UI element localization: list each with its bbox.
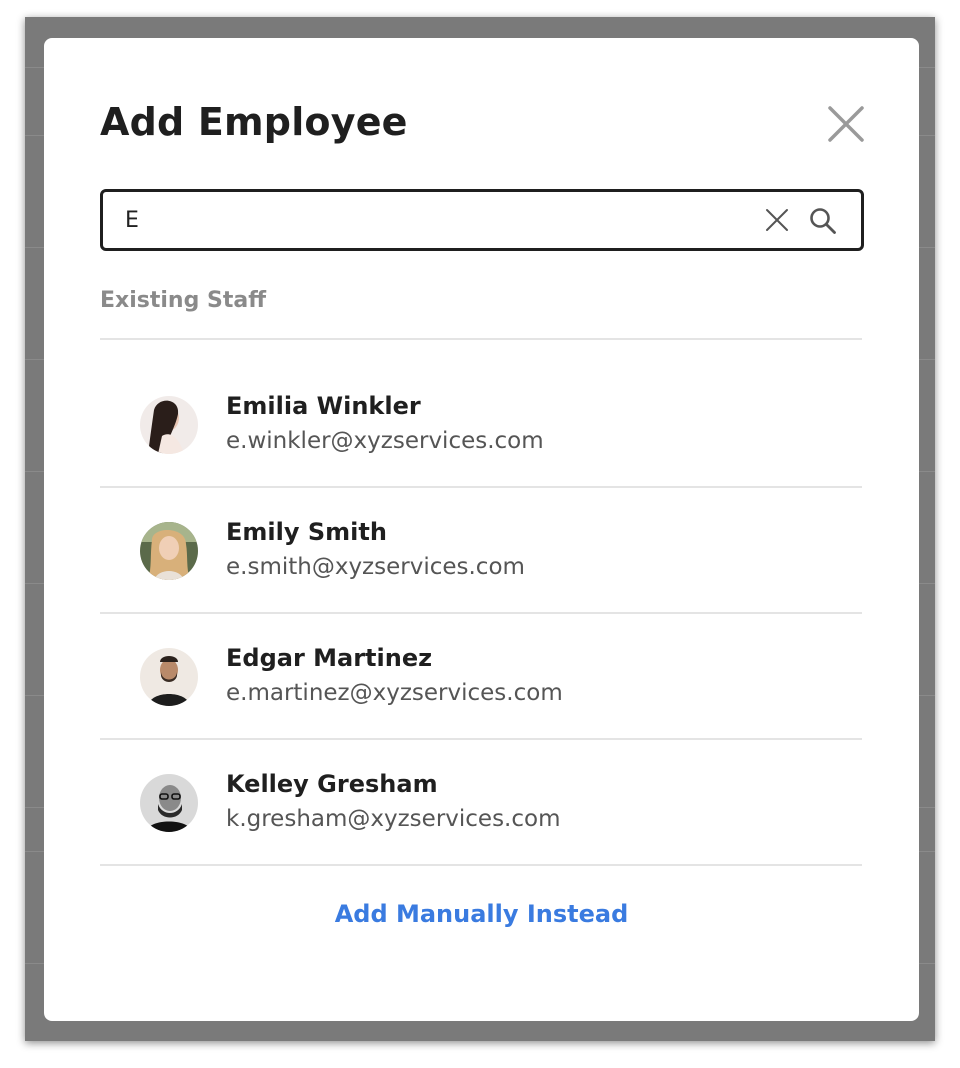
avatar: [140, 774, 198, 832]
staff-name: Kelley Gresham: [226, 770, 438, 798]
staff-email: e.martinez@xyzservices.com: [226, 680, 563, 706]
add-employee-modal: Add Employee Existing Staf: [44, 38, 919, 1021]
close-icon: [828, 106, 864, 142]
staff-name: Edgar Martinez: [226, 644, 433, 672]
avatar: [140, 648, 198, 706]
staff-list-item[interactable]: Kelley Gresham k.gresham@xyzservices.com: [100, 740, 862, 864]
section-label-existing-staff: Existing Staff: [100, 288, 267, 313]
search-field: [100, 189, 864, 251]
app-background-overlay: Add Employee Existing Staf: [25, 17, 935, 1041]
staff-list-item[interactable]: Emilia Winkler e.winkler@xyzservices.com: [100, 362, 862, 486]
staff-name: Emily Smith: [226, 518, 387, 546]
add-manually-link[interactable]: Add Manually Instead: [44, 900, 919, 928]
clear-search-button[interactable]: [765, 208, 789, 232]
modal-title: Add Employee: [100, 100, 408, 144]
staff-name: Emilia Winkler: [226, 392, 421, 420]
staff-email: k.gresham@xyzservices.com: [226, 806, 561, 832]
staff-email: e.winkler@xyzservices.com: [226, 428, 544, 454]
avatar: [140, 522, 198, 580]
divider: [100, 864, 862, 866]
close-button[interactable]: [824, 102, 868, 146]
search-icon: [810, 208, 836, 234]
staff-list-item[interactable]: Edgar Martinez e.martinez@xyzservices.co…: [100, 614, 862, 738]
avatar: [140, 396, 198, 454]
divider: [100, 338, 862, 340]
staff-email: e.smith@xyzservices.com: [226, 554, 525, 580]
search-input[interactable]: [125, 192, 725, 248]
search-button[interactable]: [809, 207, 837, 235]
clear-icon: [766, 209, 788, 231]
staff-list-item[interactable]: Emily Smith e.smith@xyzservices.com: [100, 488, 862, 612]
